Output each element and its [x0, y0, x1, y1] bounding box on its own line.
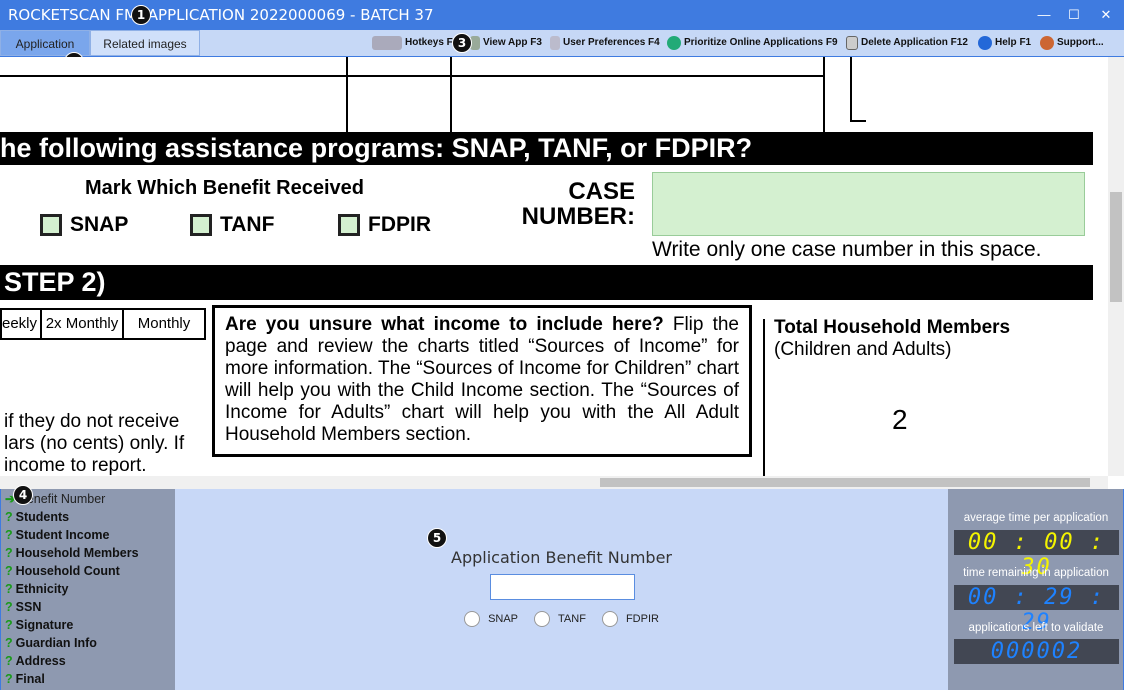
annotation-badge: 1 [131, 5, 151, 25]
support-icon [1040, 36, 1054, 50]
close-button[interactable]: ✕ [1090, 0, 1122, 30]
checkbox-icon [190, 214, 212, 237]
time-remaining-value: 00 : 29 : 29 [954, 585, 1119, 635]
question-icon: ? [5, 600, 13, 614]
step-item[interactable]: ? Final [1, 670, 175, 688]
total-members-sub: (Children and Adults) [774, 339, 952, 360]
question-heading: he following assistance programs: SNAP, … [0, 132, 1093, 165]
question-icon: ? [5, 636, 13, 650]
scroll-thumb[interactable] [600, 478, 1090, 487]
globe-icon [667, 36, 681, 50]
question-icon: ? [5, 672, 13, 686]
left-instructions: if they do not receive lars (no cents) on… [4, 411, 185, 476]
step-item[interactable]: ? Students [1, 508, 175, 526]
radio-tanf[interactable]: TANF [534, 611, 586, 627]
stats-panel: average time per application 00 : 00 : 3… [948, 489, 1124, 690]
steps-list: ➔ Benefit Number? Students? Student Income?… [0, 485, 175, 690]
time-remaining-label: time remaining in application [963, 567, 1109, 579]
delete-application-button[interactable]: Delete Application F12 [846, 34, 968, 52]
view-app-button[interactable]: View App F3 [470, 34, 542, 52]
question-icon: ? [5, 564, 13, 578]
total-members-title: Total Household Members [774, 317, 1011, 338]
question-icon: ? [5, 528, 13, 542]
apps-left-value: 000002 [954, 639, 1119, 664]
form-panel: 5 Application Benefit Number SNAP TANF F… [175, 489, 948, 690]
user-preferences-button[interactable]: User Preferences F4 [550, 34, 660, 52]
support-button[interactable]: Support... [1040, 34, 1104, 52]
annotation-badge: 3 [452, 33, 472, 53]
case-number-label: CASE NUMBER: [521, 178, 635, 230]
question-icon: ? [5, 582, 13, 596]
radio-snap[interactable]: SNAP [464, 611, 518, 627]
step-heading: STEP 2) [0, 265, 1093, 300]
mark-heading: Mark Which Benefit Received [85, 177, 364, 199]
checkbox-icon [338, 214, 360, 237]
case-note: Write only one case number in this space… [652, 238, 1042, 261]
question-icon: ? [5, 546, 13, 560]
help-icon [978, 36, 992, 50]
document-viewer[interactable]: he following assistance programs: SNAP, … [0, 57, 1108, 476]
prioritize-button[interactable]: Prioritize Online Applications F9 [667, 34, 838, 52]
avg-time-value: 00 : 00 : 30 [954, 530, 1119, 580]
form-title: Application Benefit Number [451, 548, 672, 567]
window-title-rest: APPLICATION 2022000069 - BATCH 37 [143, 6, 434, 24]
step-item[interactable]: ? Household Members [1, 544, 175, 562]
title-bar: ROCKETSCAN FM1 APPLICATION 2022000069 - … [0, 0, 1124, 30]
keyboard-icon [372, 36, 402, 50]
step-item[interactable]: ? Guardian Info [1, 634, 175, 652]
radio-fdpir[interactable]: FDPIR [601, 611, 659, 627]
horizontal-scrollbar[interactable] [0, 476, 1108, 489]
annotation-badge: 5 [427, 528, 447, 548]
minimize-button[interactable]: — [1028, 0, 1060, 30]
avg-time-label: average time per application [963, 512, 1109, 524]
frequency-table: eekly 2x Monthly Monthly [0, 308, 206, 340]
step-item[interactable]: ? Signature [1, 616, 175, 634]
benefit-fdpir: FDPIR [338, 213, 431, 237]
vertical-scrollbar[interactable] [1108, 57, 1124, 476]
case-number-box [652, 172, 1085, 236]
scroll-thumb[interactable] [1110, 192, 1122, 302]
step-item[interactable]: ? Household Count [1, 562, 175, 580]
trash-icon [846, 36, 858, 50]
step-item[interactable]: ? SSN [1, 598, 175, 616]
total-members-value: 2 [892, 404, 908, 435]
checkbox-icon [40, 214, 62, 237]
maximize-button[interactable]: ☐ [1058, 0, 1090, 30]
income-info-box: Are you unsure what income to include he… [212, 305, 752, 457]
question-icon: ? [5, 510, 13, 524]
step-item[interactable]: ? Student Income [1, 526, 175, 544]
apps-left-label: applications left to validate [968, 622, 1104, 634]
window-title: ROCKETSCAN FM [8, 6, 137, 24]
help-button[interactable]: Help F1 [978, 34, 1031, 52]
preferences-icon [550, 36, 560, 50]
question-icon: ? [5, 654, 13, 668]
question-icon: ? [5, 618, 13, 632]
tab-bar: Application Related images Hotkeys F Vie… [0, 30, 1124, 72]
hotkeys-button[interactable]: Hotkeys F [372, 34, 453, 52]
benefit-snap: SNAP [40, 213, 128, 237]
benefit-tanf: TANF [190, 213, 274, 237]
step-item[interactable]: ? Ethnicity [1, 580, 175, 598]
benefit-number-input[interactable] [490, 574, 635, 600]
step-item[interactable]: ? Address [1, 652, 175, 670]
tab-related-images[interactable]: Related images [90, 30, 200, 56]
annotation-badge: 4 [13, 485, 33, 505]
